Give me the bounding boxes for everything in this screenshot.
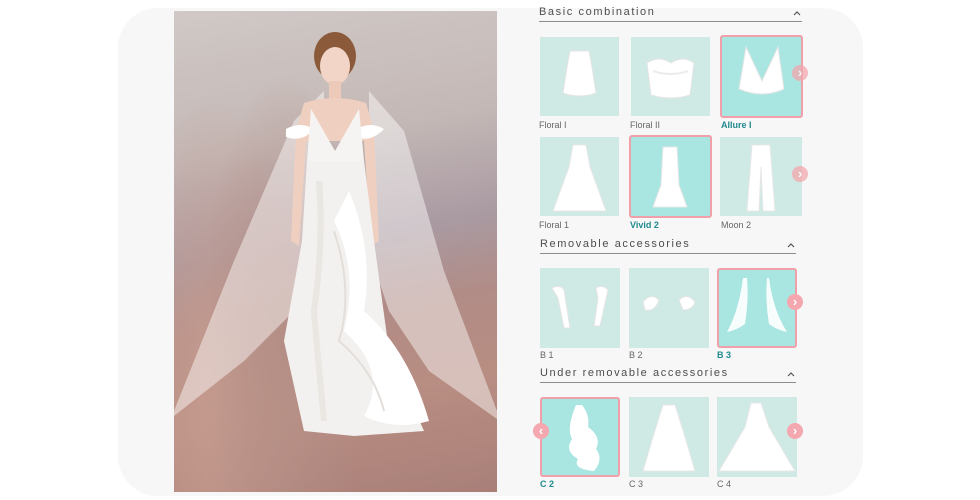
halter-top-icon [562,50,597,97]
cap-sleeves-icon [642,296,696,311]
top-item-card[interactable] [540,37,619,116]
divider [540,382,796,383]
ribbon-sleeves-icon [551,285,609,329]
top-item-card-selected[interactable] [720,35,803,118]
section-basic-combination: Basic combination [539,6,802,22]
bottom-item-card[interactable] [720,137,802,216]
accessory-item-card[interactable] [540,268,620,348]
bride-model-illustration [174,32,497,436]
wide-pants-icon [746,144,776,212]
under-accessory-item-card[interactable] [717,397,797,477]
section-under-removable-accessories: Under removable accessories [540,367,796,383]
item-label-selected: Vivid 2 [630,220,659,230]
collapse-caret-icon[interactable] [792,8,802,18]
under-accessory-item-card[interactable] [629,397,709,477]
cape-veil-icon [727,278,787,332]
item-label: B 1 [540,350,554,360]
next-arrow-icon[interactable]: › [792,65,808,81]
top-item-card[interactable] [631,37,710,116]
item-label-selected: B 3 [717,350,732,360]
mermaid-skirt-icon [652,146,688,208]
train-overskirt-icon [718,402,796,472]
v-neck-top-icon [738,45,785,95]
section-title: Under removable accessories [540,367,729,379]
bottom-item-card-selected[interactable] [629,135,712,218]
collapse-caret-icon[interactable] [786,240,796,250]
under-accessory-item-card-selected[interactable] [540,397,620,477]
section-title: Basic combination [539,6,656,18]
accessory-item-card[interactable] [629,268,709,348]
item-label: B 2 [629,350,643,360]
next-arrow-icon[interactable]: › [787,294,803,310]
divider [539,21,802,22]
prev-arrow-icon[interactable]: ‹ [533,423,549,439]
next-arrow-icon[interactable]: › [787,423,803,439]
item-label: Floral II [630,120,661,130]
collapse-caret-icon[interactable] [786,369,796,379]
ruffle-overskirt-icon [569,405,600,471]
section-title: Removable accessories [540,238,691,250]
item-label: Floral I [539,120,567,130]
item-label-selected: Allure I [721,120,752,130]
bottom-item-card[interactable] [540,137,619,216]
divider [540,253,796,254]
outfit-preview [174,11,497,492]
item-label-selected: C 2 [540,479,555,489]
tulle-overskirt-icon [642,404,696,472]
accessory-item-card-selected[interactable] [717,268,797,348]
item-label: C 4 [717,479,732,489]
item-label: Floral 1 [539,220,570,230]
item-label: Moon 2 [721,220,752,230]
bustier-top-icon [646,58,695,99]
aline-skirt-icon [552,144,607,212]
next-arrow-icon[interactable]: › [792,166,808,182]
section-removable-accessories: Removable accessories [540,238,796,254]
item-label: C 3 [629,479,644,489]
